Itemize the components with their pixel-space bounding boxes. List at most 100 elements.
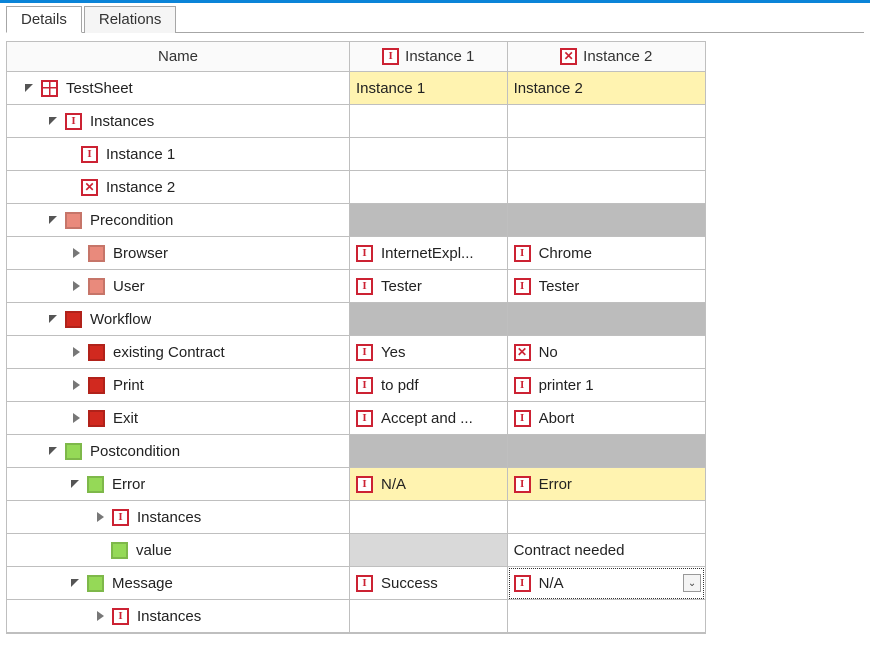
cell-value: Error: [539, 476, 572, 493]
cell-value: Instance 1: [356, 80, 425, 97]
toggle-icon[interactable]: [97, 611, 104, 621]
toggle-icon[interactable]: [71, 579, 79, 587]
row-testsheet[interactable]: TestSheet Instance 1 Instance 2: [7, 72, 705, 105]
row-user[interactable]: User ITester ITester: [7, 270, 705, 303]
testsheet-icon: [41, 80, 58, 97]
row-instance-1[interactable]: I Instance 1: [7, 138, 705, 171]
chevron-down-icon[interactable]: ⌄: [683, 574, 701, 592]
instance-icon: I: [514, 377, 531, 394]
tab-details[interactable]: Details: [6, 6, 82, 33]
toggle-icon[interactable]: [49, 315, 57, 323]
workflow-icon: [88, 377, 105, 394]
tree-label: Instances: [137, 509, 201, 526]
cell-value: Tester: [539, 278, 580, 295]
toggle-icon[interactable]: [73, 347, 80, 357]
header-name[interactable]: Name: [7, 42, 350, 72]
header-instance2[interactable]: ✕ Instance 2: [508, 42, 705, 72]
cell-value: Accept and ...: [381, 410, 473, 427]
row-postcondition[interactable]: Postcondition: [7, 435, 705, 468]
instance-icon: I: [356, 575, 373, 592]
message-inst2-dropdown[interactable]: I N/A ⌄: [508, 567, 705, 600]
cell-value: Instance 2: [514, 80, 583, 97]
toggle-icon[interactable]: [73, 248, 80, 258]
toggle-icon[interactable]: [49, 447, 57, 455]
tree-label: Precondition: [90, 212, 173, 229]
instance-icon: I: [81, 146, 98, 163]
tree-label: Workflow: [90, 311, 151, 328]
cell-value: N/A: [539, 575, 564, 592]
cell-value: InternetExpl...: [381, 245, 474, 262]
cell-value: Tester: [381, 278, 422, 295]
cell-value: Contract needed: [514, 542, 625, 559]
cell-value: Chrome: [539, 245, 592, 262]
toggle-icon[interactable]: [49, 117, 57, 125]
cell-value: N/A: [381, 476, 406, 493]
instance-icon: I: [356, 476, 373, 493]
cell-value: Yes: [381, 344, 405, 361]
row-exit[interactable]: Exit I Accept and ... I Abort: [7, 402, 705, 435]
instance-icon: I: [514, 476, 531, 493]
precondition-icon: [65, 212, 82, 229]
cell-value: printer 1: [539, 377, 594, 394]
toggle-icon[interactable]: [97, 512, 104, 522]
tree-label: Browser: [113, 245, 168, 262]
row-browser[interactable]: Browser I InternetExpl... I Chrome: [7, 237, 705, 270]
header-name-label: Name: [158, 48, 198, 65]
workflow-icon: [65, 311, 82, 328]
instance-icon: I: [356, 245, 373, 262]
instance-icon: I: [382, 48, 399, 65]
header-instance1[interactable]: I Instance 1: [350, 42, 508, 72]
tree-label: Postcondition: [90, 443, 180, 460]
workflow-icon: [88, 410, 105, 427]
tree-label: User: [113, 278, 145, 295]
row-error-instances[interactable]: I Instances: [7, 501, 705, 534]
toggle-icon[interactable]: [73, 281, 80, 291]
tree-label: Instances: [90, 113, 154, 130]
toggle-icon[interactable]: [25, 84, 33, 92]
precondition-icon: [88, 278, 105, 295]
instance-icon: I: [356, 410, 373, 427]
tree-label: value: [136, 542, 172, 559]
row-workflow[interactable]: Workflow: [7, 303, 705, 336]
postcondition-icon: [87, 575, 104, 592]
postcondition-icon: [111, 542, 128, 559]
instance-icon: I: [514, 410, 531, 427]
instance-icon: I: [356, 344, 373, 361]
postcondition-icon: [87, 476, 104, 493]
row-message-instances[interactable]: I Instances: [7, 600, 705, 633]
row-instances[interactable]: I Instances: [7, 105, 705, 138]
row-precondition[interactable]: Precondition: [7, 204, 705, 237]
tree-label: Instance 1: [106, 146, 175, 163]
tree-label: Instance 2: [106, 179, 175, 196]
cell-value: Abort: [539, 410, 575, 427]
row-error-value[interactable]: value Contract needed: [7, 534, 705, 567]
tab-relations[interactable]: Relations: [84, 6, 177, 33]
header-instance2-label: Instance 2: [583, 48, 652, 65]
row-error[interactable]: Error I N/A I Error: [7, 468, 705, 501]
row-existing-contract[interactable]: existing Contract I Yes ✕ No: [7, 336, 705, 369]
tree-label: Exit: [113, 410, 138, 427]
tree-label: Error: [112, 476, 145, 493]
instance-icon: I: [112, 509, 129, 526]
postcondition-icon: [65, 443, 82, 460]
instance-icon: I: [514, 245, 531, 262]
tabs-bar: Details Relations: [6, 5, 864, 33]
tree-label: existing Contract: [113, 344, 225, 361]
row-message[interactable]: Message ISuccess I N/A ⌄: [7, 567, 705, 600]
toggle-icon[interactable]: [49, 216, 57, 224]
instance-icon: I: [112, 608, 129, 625]
toggle-icon[interactable]: [73, 380, 80, 390]
tree-label: Instances: [137, 608, 201, 625]
cell-value: No: [539, 344, 558, 361]
toggle-icon[interactable]: [73, 413, 80, 423]
instance-icon: I: [514, 575, 531, 592]
data-grid: Name I Instance 1 ✕ Instance 2 TestSheet…: [6, 41, 706, 634]
row-print[interactable]: Print Ito pdf Iprinter 1: [7, 369, 705, 402]
instance-x-icon: ✕: [514, 344, 531, 361]
toggle-icon[interactable]: [71, 480, 79, 488]
instance-icon: I: [514, 278, 531, 295]
header-instance1-label: Instance 1: [405, 48, 474, 65]
tree-label: Message: [112, 575, 173, 592]
row-instance-2[interactable]: ✕ Instance 2: [7, 171, 705, 204]
tree-label: TestSheet: [66, 80, 133, 97]
